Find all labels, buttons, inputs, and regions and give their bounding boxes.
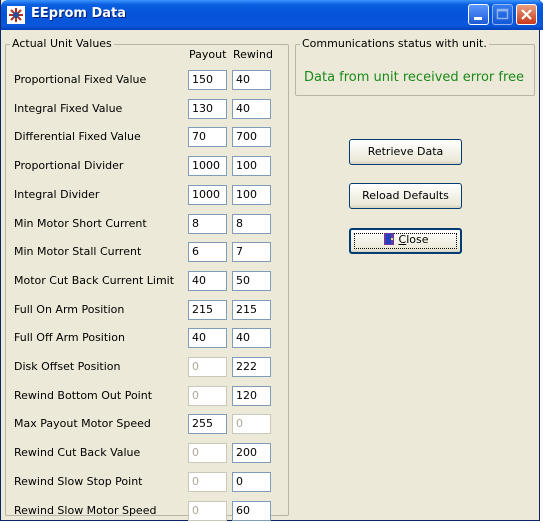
- rewind-input[interactable]: 50: [232, 271, 271, 291]
- row-label: Motor Cut Back Current Limit: [14, 274, 175, 287]
- row-label: Rewind Cut Back Value: [14, 446, 141, 459]
- payout-input[interactable]: 70: [188, 127, 227, 147]
- rewind-input[interactable]: 120: [232, 386, 271, 406]
- minimize-icon: [474, 17, 482, 20]
- close-icon: [521, 9, 532, 20]
- payout-input[interactable]: 6: [188, 242, 227, 262]
- payout-input: 0: [188, 501, 227, 521]
- reload-defaults-button[interactable]: Reload Defaults: [349, 183, 462, 209]
- row-label: Full Off Arm Position: [14, 331, 125, 344]
- rewind-input[interactable]: 8: [232, 214, 271, 234]
- payout-column-header: Payout: [189, 48, 227, 61]
- payout-input[interactable]: 255: [188, 414, 227, 434]
- rewind-input[interactable]: 40: [232, 328, 271, 348]
- maximize-button[interactable]: [492, 4, 513, 25]
- door-icon: [383, 233, 394, 245]
- row-label: Integral Divider: [14, 188, 100, 201]
- row-label: Rewind Bottom Out Point: [14, 389, 153, 402]
- row-label: Max Payout Motor Speed: [14, 417, 151, 430]
- row-label: Rewind Slow Stop Point: [14, 475, 143, 488]
- row-label: Proportional Divider: [14, 159, 124, 172]
- close-button[interactable]: Close: [349, 228, 462, 254]
- payout-input[interactable]: 215: [188, 300, 227, 320]
- close-button-content: Close: [351, 230, 460, 250]
- payout-input[interactable]: 150: [188, 70, 227, 90]
- eeprom-window: EEprom Data Actual Unit Values Payout Re…: [0, 0, 543, 521]
- maximize-icon: [496, 8, 509, 20]
- payout-input[interactable]: 8: [188, 214, 227, 234]
- group-legend: Communications status with unit.: [300, 37, 489, 50]
- row-label: Integral Fixed Value: [14, 102, 123, 115]
- rewind-input[interactable]: 0: [232, 472, 271, 492]
- close-window-button[interactable]: [516, 4, 537, 25]
- rewind-input[interactable]: 40: [232, 99, 271, 119]
- row-label: Proportional Fixed Value: [14, 73, 147, 86]
- rewind-input[interactable]: 100: [232, 156, 271, 176]
- status-message: Data from unit received error free: [304, 70, 525, 85]
- rewind-input[interactable]: 700: [232, 127, 271, 147]
- row-label: Differential Fixed Value: [14, 130, 141, 143]
- row-label: Rewind Slow Motor Speed: [14, 504, 157, 517]
- payout-input: 0: [188, 443, 227, 463]
- payout-input: 0: [188, 386, 227, 406]
- rewind-column-header: Rewind: [233, 48, 273, 61]
- payout-input[interactable]: 40: [188, 328, 227, 348]
- payout-input: 0: [188, 357, 227, 377]
- window-title: EEprom Data: [31, 6, 127, 21]
- rewind-input[interactable]: 40: [232, 70, 271, 90]
- row-label: Min Motor Short Current: [14, 217, 147, 230]
- payout-input[interactable]: 1000: [188, 185, 227, 205]
- rewind-input[interactable]: 222: [232, 357, 271, 377]
- actual-unit-values-group: Actual Unit Values Payout Rewind Proport…: [5, 37, 289, 521]
- rewind-input[interactable]: 100: [232, 185, 271, 205]
- retrieve-data-button[interactable]: Retrieve Data: [349, 139, 462, 165]
- communications-status-group: Communications status with unit. Data fr…: [295, 37, 535, 96]
- app-icon: [7, 6, 25, 24]
- row-label: Full On Arm Position: [14, 303, 125, 316]
- rewind-input[interactable]: 200: [232, 443, 271, 463]
- row-label: Min Motor Stall Current: [14, 245, 142, 258]
- payout-input[interactable]: 40: [188, 271, 227, 291]
- rewind-input: 0: [232, 414, 271, 434]
- payout-input[interactable]: 130: [188, 99, 227, 119]
- payout-input[interactable]: 1000: [188, 156, 227, 176]
- rewind-input[interactable]: 60: [232, 501, 271, 521]
- minimize-button[interactable]: [468, 4, 489, 25]
- title-bar[interactable]: EEprom Data: [1, 0, 543, 30]
- payout-input: 0: [188, 472, 227, 492]
- close-label-rest: lose: [406, 233, 429, 246]
- row-label: Disk Offset Position: [14, 360, 121, 373]
- rewind-input[interactable]: 215: [232, 300, 271, 320]
- group-legend: Actual Unit Values: [10, 37, 114, 50]
- rewind-input[interactable]: 7: [232, 242, 271, 262]
